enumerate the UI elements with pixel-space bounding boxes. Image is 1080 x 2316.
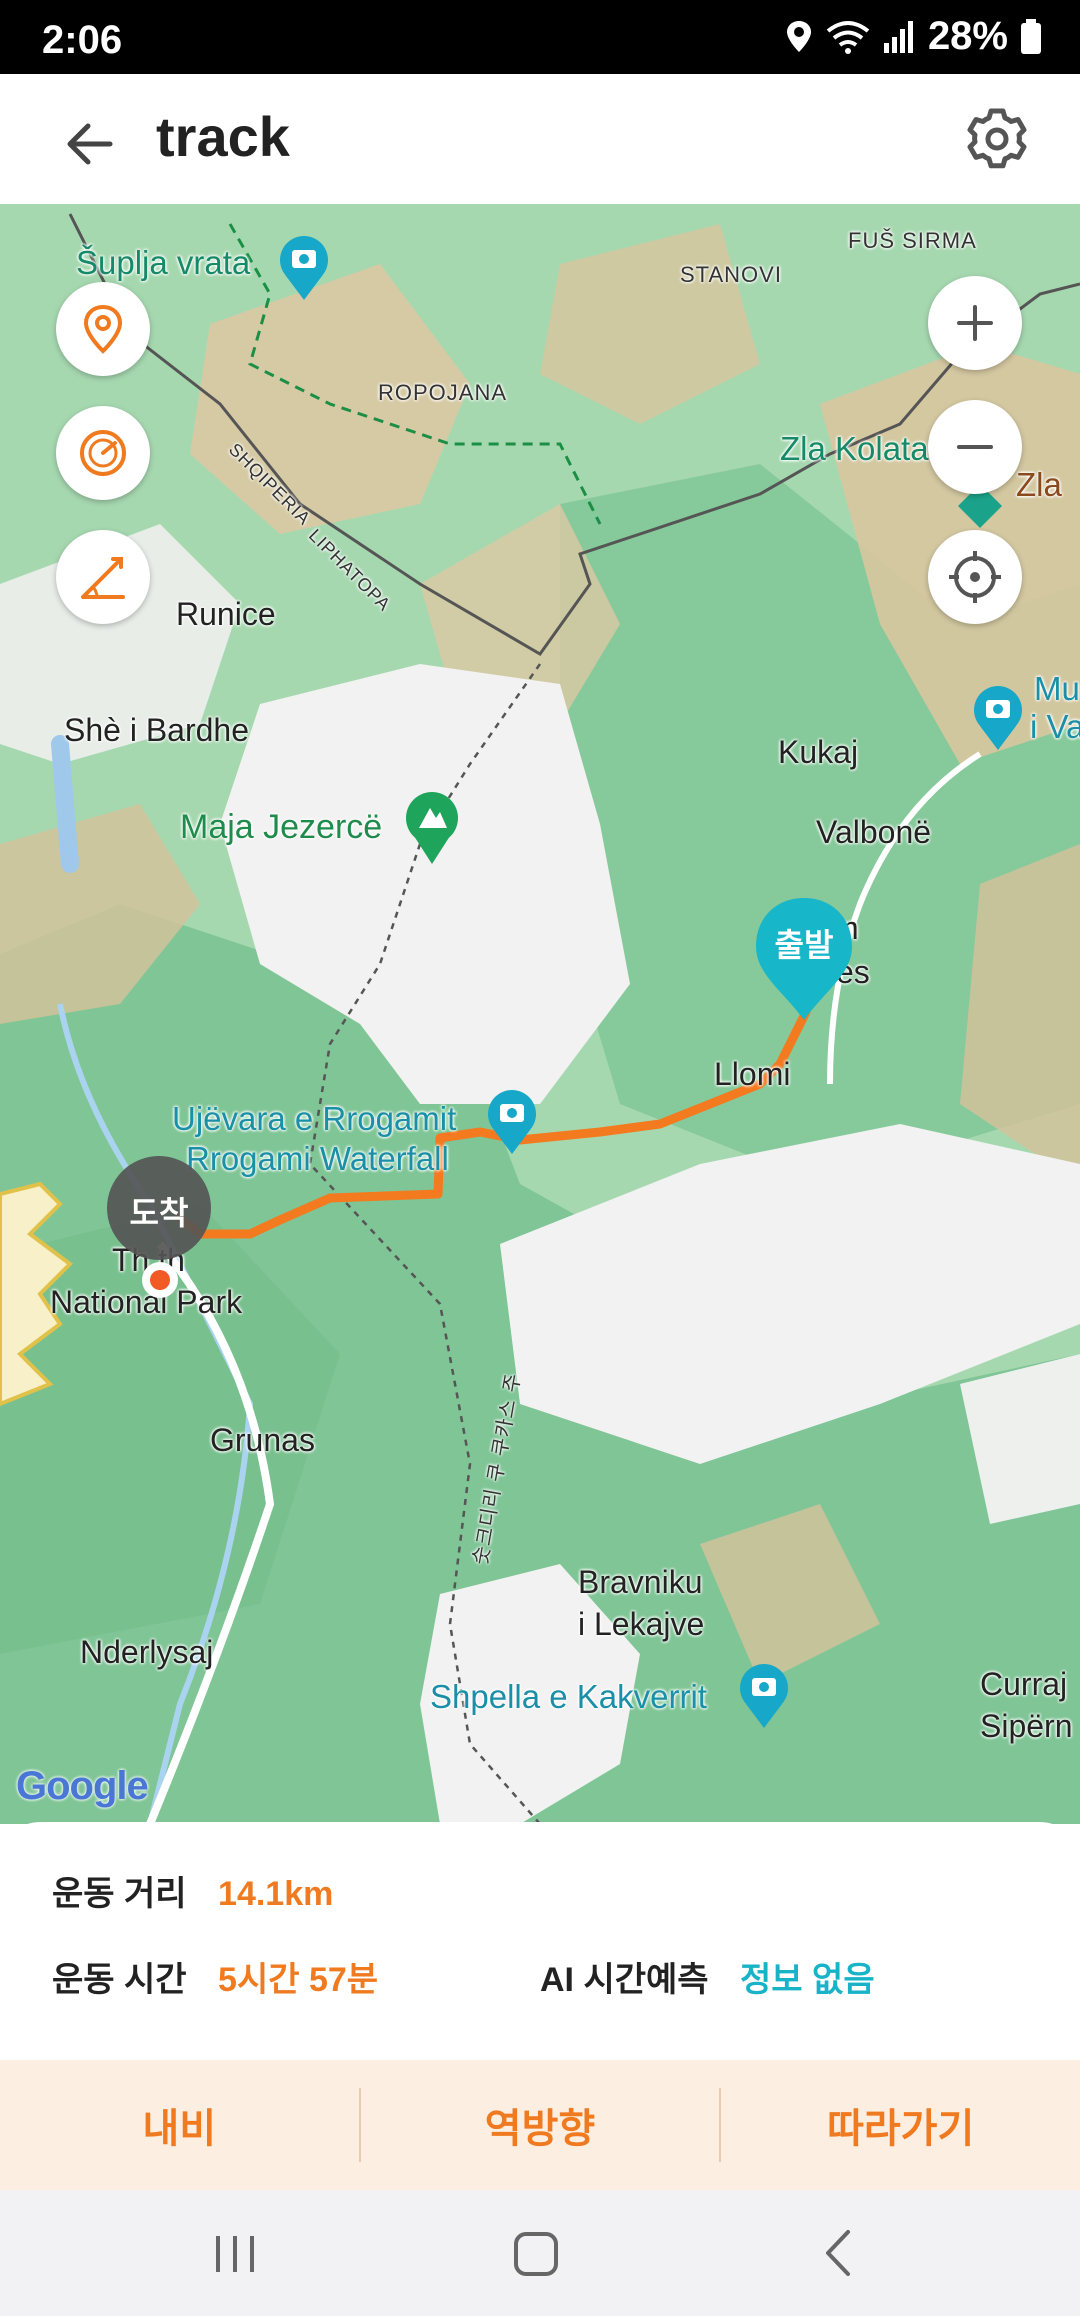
system-nav-bar: [0, 2190, 1080, 2316]
action-bar: 내비 역방향 따라가기: [0, 2060, 1080, 2190]
map-label: Shè i Bardhe: [64, 712, 250, 748]
ai-row: AI 시간예측 정보 없음: [540, 1952, 875, 2001]
map-label: Mu: [1034, 670, 1080, 707]
time-label: 운동 시간: [52, 1961, 187, 1999]
recent-apps-icon[interactable]: [212, 2232, 258, 2276]
ai-value: 정보 없음: [740, 1961, 875, 1999]
elevation-button[interactable]: [56, 530, 150, 624]
map-label: i Lekajve: [578, 1606, 705, 1642]
elevation-icon: [81, 557, 125, 599]
gear-icon[interactable]: [962, 104, 1032, 174]
map-label: Maja Jezercë: [180, 808, 383, 846]
map-label: Bravniku: [578, 1564, 703, 1600]
info-panel: 운동 거리 14.1km 운동 시간 5시간 57분 AI 시간예측 정보 없음: [0, 1822, 1080, 2062]
map-view[interactable]: Šuplja vrata FUŠ SIRMA STANOVI ROPOJANA …: [0, 204, 1080, 1824]
plus-icon: [957, 305, 993, 341]
minus-icon: [957, 445, 993, 449]
distance-row: 운동 거리 14.1km: [52, 1866, 333, 1915]
home-icon[interactable]: [512, 2230, 560, 2278]
map-label: Zla Kolata: [780, 430, 929, 467]
map-label: FUŠ SIRMA: [848, 228, 977, 253]
back-nav-icon[interactable]: [818, 2228, 858, 2278]
wifi-icon: [826, 20, 870, 54]
location-pin-icon: [83, 304, 123, 354]
map-label: Kukaj: [778, 734, 859, 770]
map-label: ROPOJANA: [378, 380, 508, 405]
battery-icon: [1021, 18, 1041, 54]
zoom-out-button[interactable]: [928, 400, 1022, 494]
status-icons: 28%: [784, 14, 1042, 59]
battery-percent: 28%: [927, 14, 1008, 58]
map-label: STANOVI: [680, 262, 782, 287]
map-label: Valbonë: [816, 814, 932, 850]
distance-value: 14.1km: [218, 1875, 334, 1913]
map-label: Llomi: [714, 1056, 791, 1092]
map-label: Grunas: [210, 1422, 315, 1458]
speedometer-icon: [80, 430, 126, 476]
navi-button[interactable]: 내비: [0, 2060, 359, 2190]
page-title: track: [156, 105, 290, 168]
status-time: 2:06: [42, 18, 123, 62]
map-label: Nderlysaj: [80, 1634, 214, 1670]
map-label: i Va: [1030, 708, 1080, 745]
follow-button[interactable]: 따라가기: [721, 2060, 1080, 2190]
zoom-in-button[interactable]: [928, 276, 1022, 370]
google-attribution: Google: [16, 1764, 149, 1808]
reverse-button[interactable]: 역방향: [361, 2060, 720, 2190]
location-pin-button[interactable]: [56, 282, 150, 376]
map-label: Zla: [1016, 466, 1062, 503]
crosshair-icon: [949, 551, 1001, 603]
start-marker-label: 출발: [774, 927, 834, 963]
map-label: Sipërn: [980, 1708, 1073, 1744]
map-label: Runice: [176, 596, 276, 632]
map-label: Curraj: [980, 1666, 1068, 1702]
location-icon: [786, 20, 811, 52]
map-label: Shpella e Kakverrit: [430, 1678, 707, 1715]
ai-label: AI 시간예측: [540, 1961, 709, 1999]
time-value: 5시간 57분: [218, 1961, 379, 1999]
speedometer-button[interactable]: [56, 406, 150, 500]
signal-icon: [883, 20, 913, 53]
app-header: track: [0, 74, 1080, 205]
end-marker-label: 도착: [129, 1195, 189, 1231]
arrow-left-icon[interactable]: [58, 112, 122, 176]
map-label: Ujëvara e Rrogamit: [172, 1100, 457, 1137]
distance-label: 운동 거리: [52, 1875, 187, 1913]
start-marker[interactable]: 출발: [752, 894, 856, 1024]
status-bar: 2:06 28%: [0, 0, 1080, 74]
time-row: 운동 시간 5시간 57분: [52, 1952, 378, 2001]
map-label: Šuplja vrata: [76, 244, 251, 281]
map-label: Rrogami Waterfall: [186, 1140, 449, 1177]
end-marker[interactable]: 도착: [104, 1156, 214, 1306]
recenter-button[interactable]: [928, 530, 1022, 624]
